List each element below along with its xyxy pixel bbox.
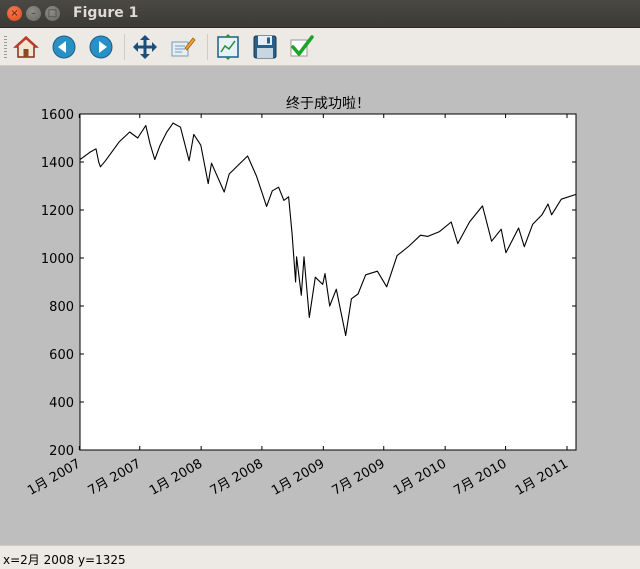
y-tick-label: 1000 bbox=[41, 252, 74, 267]
x-tick-label: 1月 2008 bbox=[147, 456, 205, 498]
x-tick-label: 1月 2010 bbox=[391, 456, 449, 498]
save-button[interactable] bbox=[252, 34, 278, 60]
x-tick-label: 7月 2007 bbox=[86, 456, 144, 498]
forward-icon bbox=[89, 35, 113, 59]
back-icon bbox=[52, 35, 76, 59]
figure-canvas[interactable]: 终于成功啦！ 200 400 600 800 1000 1200 1400 1600 1月 200… bbox=[0, 66, 640, 545]
status-bar: x=2月 2008 y=1325 bbox=[0, 545, 640, 569]
pan-button[interactable] bbox=[132, 34, 158, 60]
pan-icon bbox=[133, 35, 157, 59]
y-tick-label: 1600 bbox=[41, 108, 74, 123]
minimize-window-button[interactable]: – bbox=[26, 6, 41, 21]
edit-icon bbox=[290, 35, 314, 57]
save-icon bbox=[253, 35, 277, 59]
line-chart[interactable]: 终于成功啦！ 200 400 600 800 1000 1200 1400 1600 1月 200… bbox=[0, 66, 640, 545]
x-tick-label: 1月 2009 bbox=[269, 456, 327, 498]
plot-area bbox=[80, 114, 576, 450]
toolbar-separator bbox=[124, 34, 125, 60]
x-tick-label: 7月 2009 bbox=[330, 456, 388, 498]
maximize-window-button[interactable]: □ bbox=[45, 6, 60, 21]
x-tick-label: 1月 2007 bbox=[25, 456, 83, 498]
toolbar-separator bbox=[207, 34, 208, 60]
y-tick-label: 600 bbox=[49, 348, 74, 363]
zoom-icon bbox=[171, 37, 196, 57]
navigation-toolbar bbox=[0, 28, 640, 66]
x-tick-label: 1月 2011 bbox=[513, 456, 571, 498]
chart-title: 终于成功啦！ bbox=[286, 95, 370, 112]
x-tick-label: 7月 2010 bbox=[451, 456, 509, 498]
y-tick-label: 400 bbox=[49, 396, 74, 411]
toolbar-grip[interactable] bbox=[4, 36, 7, 58]
home-button[interactable] bbox=[13, 34, 39, 60]
home-icon bbox=[13, 35, 39, 58]
y-tick-label: 200 bbox=[49, 444, 74, 459]
y-tick-label: 800 bbox=[49, 300, 74, 315]
y-tick-label: 1400 bbox=[41, 156, 74, 171]
window-title: Figure 1 bbox=[73, 5, 139, 21]
edit-parameters-button[interactable] bbox=[288, 34, 314, 60]
y-tick-label: 1200 bbox=[41, 204, 74, 219]
window-titlebar: × – □ Figure 1 bbox=[0, 0, 640, 28]
zoom-button[interactable] bbox=[170, 34, 196, 60]
cursor-coordinates: x=2月 2008 y=1325 bbox=[3, 553, 126, 567]
subplots-button[interactable] bbox=[215, 34, 241, 60]
forward-button[interactable] bbox=[88, 34, 114, 60]
back-button[interactable] bbox=[51, 34, 77, 60]
subplots-icon bbox=[217, 34, 239, 60]
x-tick-label: 7月 2008 bbox=[208, 456, 266, 498]
close-window-button[interactable]: × bbox=[7, 6, 22, 21]
